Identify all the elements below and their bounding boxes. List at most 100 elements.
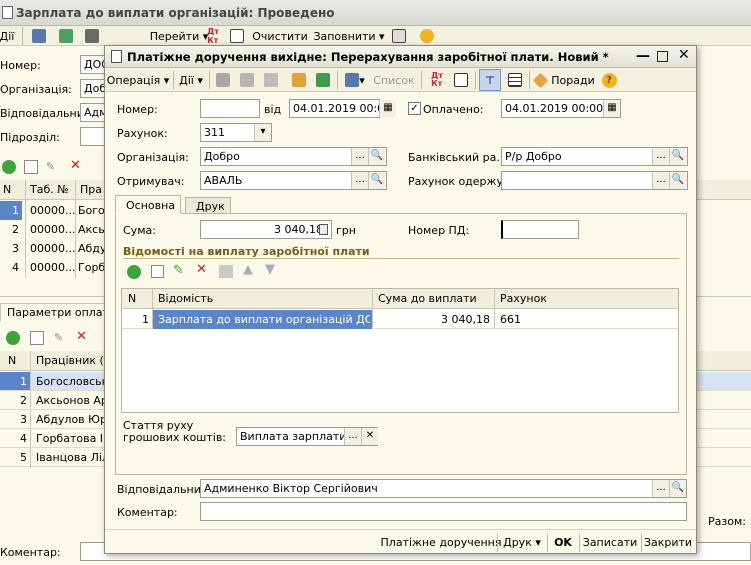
responsible-field[interactable]: Админенко Віктор Сергійович	[200, 479, 687, 498]
goto-icon[interactable]: ▾	[343, 70, 367, 90]
grid-header-statement: Відомість	[158, 292, 214, 305]
table-row[interactable]: 2 Аксьонов Арт	[0, 391, 114, 410]
ellipsis-icon[interactable]: ...	[652, 480, 669, 497]
number-label: Номер:	[117, 103, 158, 116]
bg-post-icon[interactable]	[30, 26, 48, 46]
table-row[interactable]: 1 00000... Бого	[0, 201, 105, 220]
tab-main[interactable]: Основна	[115, 195, 181, 214]
new-based-icon[interactable]	[289, 70, 309, 90]
payment-order-dialog: Платіжне доручення вихідне: Перерахуванн…	[104, 45, 697, 554]
edit-icon[interactable]: ✎	[173, 263, 184, 278]
edit-icon[interactable]: ✎	[46, 160, 55, 173]
table-row[interactable]: 3 Абдулов Юрій	[0, 410, 117, 429]
bg-responsible-field[interactable]: Адм	[80, 103, 106, 122]
table-row[interactable]: 3 00000... Абду	[0, 239, 106, 258]
bg-save-icon[interactable]	[57, 26, 75, 46]
cash-flow-label: Стаття руху грошових коштів:	[123, 419, 227, 444]
copy-row-icon[interactable]	[30, 331, 44, 345]
copy-row-icon[interactable]	[24, 160, 38, 174]
print-menu[interactable]: Друк ▾	[501, 532, 543, 552]
operation-menu[interactable]: Операція ▾	[107, 70, 170, 90]
bg-help-icon[interactable]	[418, 26, 436, 46]
bank-account-label: Банківський ра...	[408, 151, 507, 164]
payment-order-button[interactable]: Платіжне доручення	[381, 532, 502, 552]
add-icon[interactable]	[2, 160, 16, 174]
dt-kt-icon[interactable]: Дт Кт	[427, 70, 447, 90]
table-row[interactable]: 4 00000... Горб	[0, 258, 105, 277]
move-down-icon[interactable]: ▼	[265, 262, 275, 277]
search-icon[interactable]: 🔍	[368, 172, 385, 189]
ellipsis-icon[interactable]: ...	[652, 148, 669, 165]
bg-goto-menu[interactable]: Перейти ▾	[150, 26, 209, 46]
delete-icon[interactable]: ✕	[70, 158, 81, 173]
bg-dt-kt-icon[interactable]: Дт Кт	[204, 26, 222, 46]
table-row[interactable]: 1 Богословськ	[0, 372, 108, 391]
search-icon[interactable]: 🔍	[669, 148, 686, 165]
ellipsis-icon[interactable]: ...	[351, 148, 368, 165]
params-tab[interactable]: Параметри оплати	[0, 303, 116, 321]
list-button[interactable]: Список	[371, 70, 417, 90]
advice-button[interactable]: Поради	[532, 70, 595, 90]
sum-field[interactable]: 3 040,18	[200, 220, 332, 239]
comment-field[interactable]	[200, 502, 687, 521]
structure-icon[interactable]: ⊤	[479, 69, 501, 91]
table-icon[interactable]	[219, 265, 233, 278]
ok-button[interactable]: OK	[551, 532, 575, 552]
number-field[interactable]	[200, 99, 260, 118]
move-up-icon[interactable]: ▲	[243, 262, 253, 277]
tab-print[interactable]: Друк	[185, 197, 231, 214]
ellipsis-icon[interactable]: ...	[351, 172, 368, 189]
clear-icon[interactable]: ✕	[361, 428, 378, 445]
from-label: від	[264, 103, 282, 116]
search-icon[interactable]: 🔍	[669, 480, 686, 497]
calculator-icon[interactable]	[319, 224, 328, 235]
save-icon[interactable]	[237, 70, 257, 90]
bg-grid-toolbar: ✎ ✕	[0, 157, 105, 177]
bg-number-field[interactable]: ДО0	[80, 55, 106, 74]
search-icon[interactable]: 🔍	[669, 172, 686, 189]
delete-icon[interactable]: ✕	[196, 262, 207, 277]
table-row[interactable]: 2 00000... Аксь	[0, 220, 105, 239]
table-row[interactable]: 1 Зарплата до виплати організацій ДО00..…	[122, 310, 678, 329]
minimize-icon[interactable]: —	[636, 48, 650, 64]
bg-journal-icon[interactable]	[228, 26, 246, 46]
bg-subdivision-field[interactable]	[80, 127, 106, 146]
ellipsis-icon[interactable]: ...	[652, 172, 669, 189]
dialog-title: Платіжне доручення вихідне: Перерахуванн…	[127, 50, 609, 64]
calendar-icon[interactable]: ▦	[603, 100, 620, 117]
organization-label: Організація:	[117, 151, 189, 164]
calendar-icon[interactable]: ▦	[379, 100, 396, 117]
post-icon[interactable]	[213, 70, 233, 90]
copy-icon[interactable]	[261, 70, 281, 90]
date-field[interactable]: 04.01.2019 00:00	[289, 99, 380, 118]
add-icon[interactable]	[127, 265, 141, 279]
help-icon[interactable]: ?	[599, 70, 619, 90]
refresh-icon[interactable]	[313, 70, 333, 90]
bg-clear-button[interactable]: Очистити	[252, 26, 307, 46]
edit-icon[interactable]: ✎	[54, 331, 63, 344]
journal-icon[interactable]	[451, 70, 471, 90]
save-button[interactable]: Записати	[583, 532, 637, 552]
table-row[interactable]: 5 Іванцова Лілі	[0, 448, 112, 467]
table-row[interactable]: 4 Горбатова Іні	[0, 429, 113, 448]
search-icon[interactable]: 🔍	[368, 148, 385, 165]
bg-params-toolbar: ✎ ✕	[0, 328, 105, 348]
maximize-icon[interactable]	[657, 51, 668, 62]
list-view-icon[interactable]	[505, 70, 525, 90]
close-icon[interactable]: ✕	[678, 47, 690, 63]
chevron-down-icon[interactable]: ▾	[254, 124, 271, 141]
add-icon[interactable]	[6, 331, 20, 345]
document-icon	[2, 6, 13, 19]
bg-organization-field[interactable]: Доб	[80, 79, 106, 98]
actions-menu[interactable]: Дії ▾	[177, 70, 205, 90]
pd-number-field[interactable]	[501, 220, 579, 239]
bg-copy-icon[interactable]	[83, 26, 101, 46]
ellipsis-icon[interactable]: ...	[344, 428, 361, 445]
bg-list-icon[interactable]	[390, 26, 408, 46]
bg-actions-menu[interactable]: Дії	[0, 26, 14, 46]
delete-icon[interactable]: ✕	[76, 329, 87, 344]
paid-checkbox[interactable]: ✓	[408, 102, 421, 115]
bg-fill-menu[interactable]: Заповнити ▾	[313, 26, 384, 46]
copy-row-icon[interactable]	[151, 265, 164, 278]
close-button[interactable]: Закрити	[644, 532, 692, 552]
